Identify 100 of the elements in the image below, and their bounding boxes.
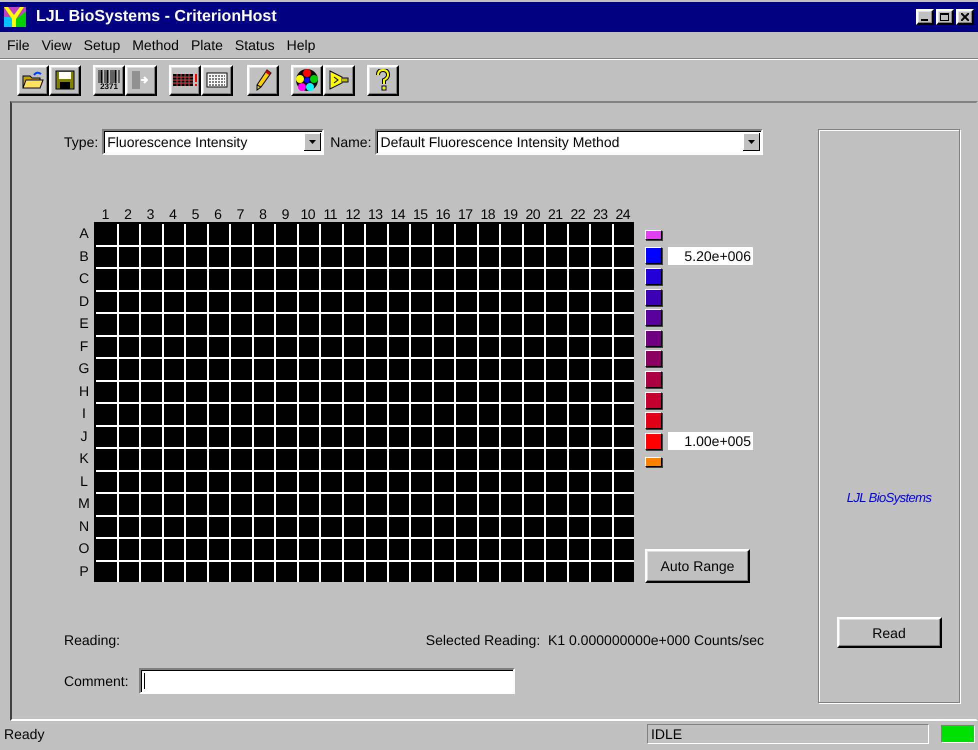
toolbar-button[interactable] bbox=[169, 64, 201, 96]
plate-well[interactable] bbox=[208, 382, 229, 402]
plate-well[interactable] bbox=[254, 426, 274, 447]
plate-well[interactable] bbox=[298, 246, 319, 267]
plate-well[interactable] bbox=[524, 359, 544, 380]
plate-well[interactable] bbox=[208, 269, 229, 290]
plate-well[interactable] bbox=[546, 472, 566, 492]
plate-well[interactable] bbox=[501, 516, 522, 537]
plate-well[interactable] bbox=[276, 472, 296, 492]
plate-well[interactable] bbox=[344, 562, 364, 582]
plate-well[interactable] bbox=[164, 426, 184, 447]
plate-well[interactable] bbox=[298, 224, 319, 244]
plate-well[interactable] bbox=[141, 246, 162, 267]
plate-well[interactable] bbox=[118, 494, 139, 514]
plate-well[interactable] bbox=[411, 292, 432, 312]
plate-well[interactable] bbox=[208, 562, 229, 582]
plate-well[interactable] bbox=[366, 516, 386, 537]
plate-well[interactable] bbox=[321, 382, 342, 402]
plate-well[interactable] bbox=[186, 472, 206, 492]
plate-well[interactable] bbox=[524, 246, 544, 267]
plate-well[interactable] bbox=[388, 314, 409, 334]
plate-well[interactable] bbox=[276, 562, 296, 582]
plate-well[interactable] bbox=[456, 246, 476, 267]
plate-well[interactable] bbox=[344, 404, 364, 424]
plate-well[interactable] bbox=[186, 426, 206, 447]
plate-well[interactable] bbox=[568, 359, 589, 380]
plate-well[interactable] bbox=[546, 336, 566, 357]
plate-well[interactable] bbox=[344, 359, 364, 380]
plate-well[interactable] bbox=[141, 292, 162, 312]
plate-well[interactable] bbox=[96, 426, 116, 447]
plate-well[interactable] bbox=[524, 269, 544, 290]
plate-well[interactable] bbox=[164, 314, 184, 334]
menu-item[interactable]: Help bbox=[280, 37, 322, 53]
plate-well[interactable] bbox=[478, 314, 499, 334]
plate-well[interactable] bbox=[568, 246, 589, 267]
plate-well[interactable] bbox=[478, 494, 499, 514]
plate-well[interactable] bbox=[524, 539, 544, 560]
plate-well[interactable] bbox=[164, 562, 184, 582]
plate-well[interactable] bbox=[546, 382, 566, 402]
plate-well[interactable] bbox=[524, 562, 544, 582]
plate-well[interactable] bbox=[524, 472, 544, 492]
toolbar-button[interactable] bbox=[367, 64, 399, 96]
plate-well[interactable] bbox=[478, 539, 499, 560]
plate-well[interactable] bbox=[208, 359, 229, 380]
plate-well[interactable] bbox=[96, 336, 116, 357]
plate-well[interactable] bbox=[568, 382, 589, 402]
plate-well[interactable] bbox=[321, 472, 342, 492]
plate-well[interactable] bbox=[478, 562, 499, 582]
toolbar-button[interactable] bbox=[247, 64, 279, 96]
plate-well[interactable] bbox=[254, 472, 274, 492]
plate-well[interactable] bbox=[478, 269, 499, 290]
plate-well[interactable] bbox=[231, 336, 252, 357]
plate-well[interactable] bbox=[186, 246, 206, 267]
plate-well[interactable] bbox=[524, 494, 544, 514]
plate-well[interactable] bbox=[254, 449, 274, 470]
plate-well[interactable] bbox=[321, 426, 342, 447]
plate-well[interactable] bbox=[614, 224, 634, 244]
plate-well[interactable] bbox=[434, 472, 454, 492]
plate-well[interactable] bbox=[478, 404, 499, 424]
plate-well[interactable] bbox=[118, 359, 139, 380]
plate-well[interactable] bbox=[388, 472, 409, 492]
plate-well[interactable] bbox=[524, 516, 544, 537]
plate-well[interactable] bbox=[344, 382, 364, 402]
plate-well[interactable] bbox=[411, 472, 432, 492]
plate-well[interactable] bbox=[411, 246, 432, 267]
plate-well[interactable] bbox=[164, 494, 184, 514]
plate-well[interactable] bbox=[524, 314, 544, 334]
plate-well[interactable] bbox=[344, 246, 364, 267]
plate-well[interactable] bbox=[478, 359, 499, 380]
plate-well[interactable] bbox=[568, 224, 589, 244]
dropdown-field[interactable]: Default Fluorescence Intensity Method bbox=[375, 129, 764, 155]
plate-well[interactable] bbox=[344, 539, 364, 560]
plate-well[interactable] bbox=[434, 314, 454, 334]
plate-well[interactable] bbox=[591, 246, 612, 267]
plate-well[interactable] bbox=[388, 494, 409, 514]
plate-well[interactable] bbox=[254, 336, 274, 357]
plate-well[interactable] bbox=[164, 292, 184, 312]
menu-item[interactable]: File bbox=[1, 37, 36, 53]
plate-well[interactable] bbox=[118, 314, 139, 334]
plate-well[interactable] bbox=[208, 404, 229, 424]
plate-well[interactable] bbox=[344, 426, 364, 447]
plate-well[interactable] bbox=[456, 382, 476, 402]
plate-well[interactable] bbox=[231, 292, 252, 312]
plate-well[interactable] bbox=[208, 516, 229, 537]
plate-well[interactable] bbox=[366, 472, 386, 492]
plate-well[interactable] bbox=[501, 246, 522, 267]
plate-well[interactable] bbox=[568, 472, 589, 492]
plate-well[interactable] bbox=[231, 562, 252, 582]
minimize-button[interactable] bbox=[916, 9, 934, 25]
plate-well[interactable] bbox=[344, 516, 364, 537]
plate-well[interactable] bbox=[276, 246, 296, 267]
plate-well[interactable] bbox=[456, 292, 476, 312]
plate-well[interactable] bbox=[388, 359, 409, 380]
plate-well[interactable] bbox=[388, 539, 409, 560]
plate-well[interactable] bbox=[186, 336, 206, 357]
plate-well[interactable] bbox=[456, 426, 476, 447]
plate-well[interactable] bbox=[164, 404, 184, 424]
maximize-button[interactable] bbox=[936, 9, 954, 25]
plate-well[interactable] bbox=[614, 404, 634, 424]
plate-well[interactable] bbox=[434, 404, 454, 424]
